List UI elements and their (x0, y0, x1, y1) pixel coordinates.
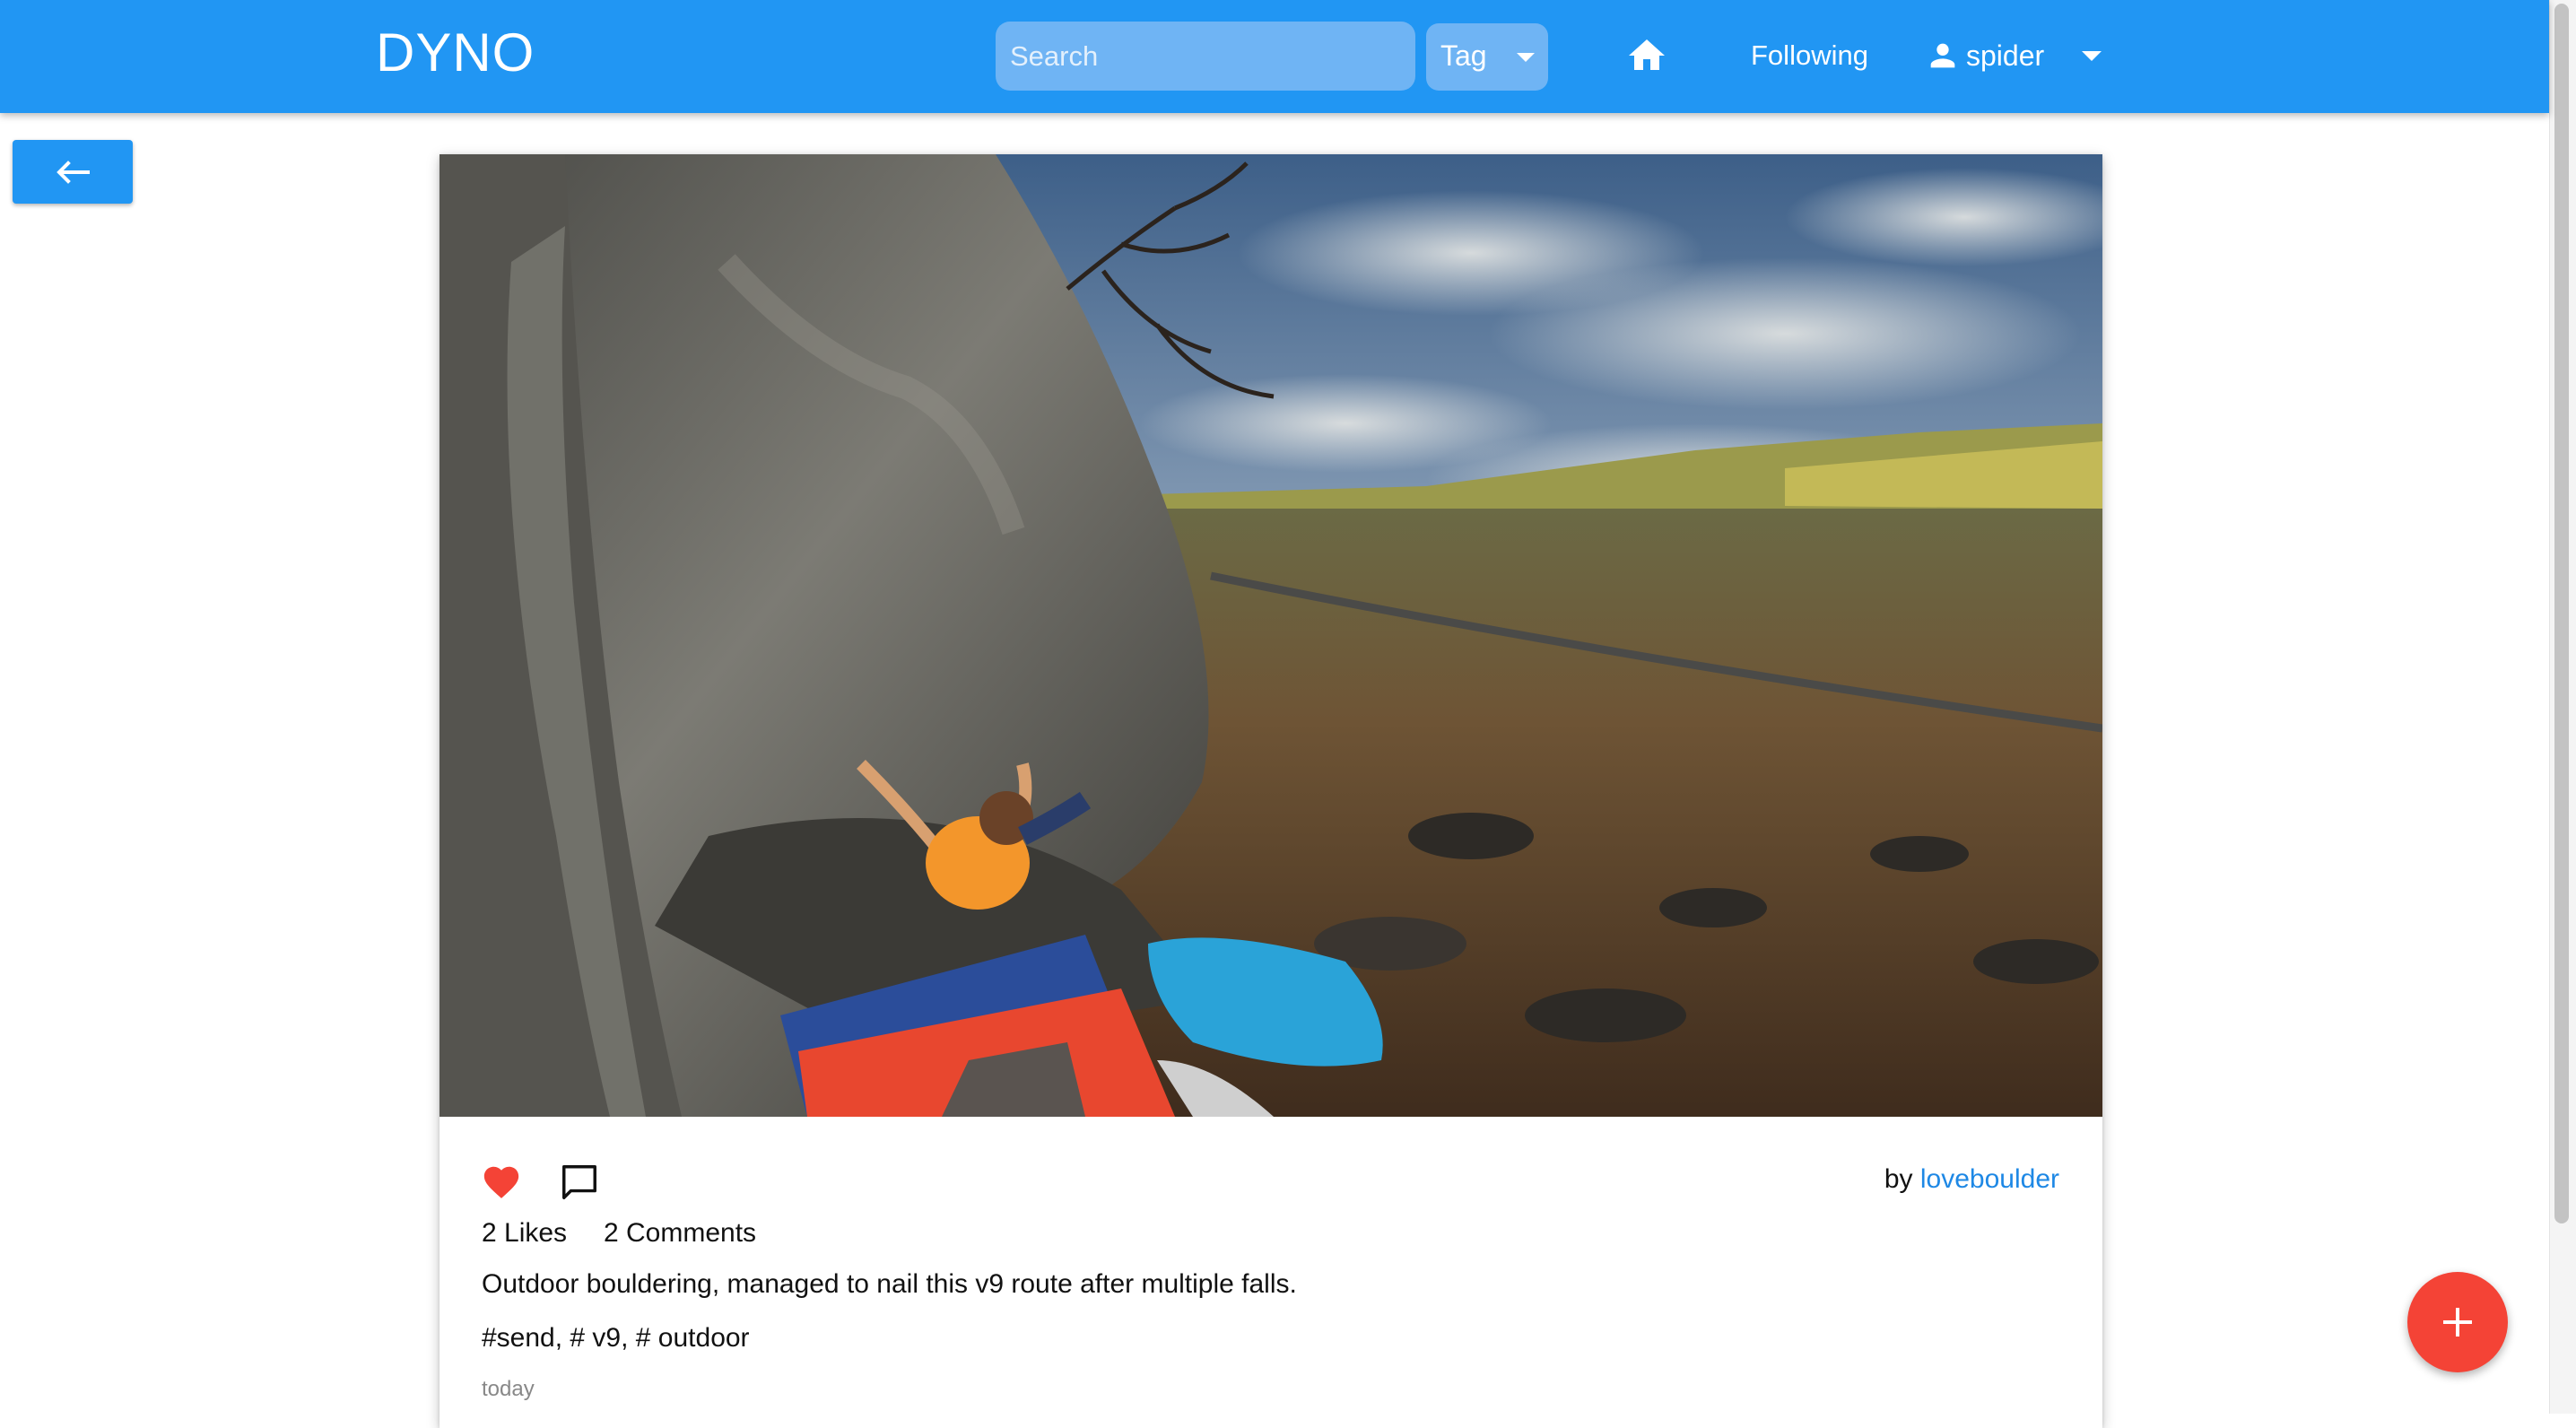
post-timestamp: today (482, 1377, 535, 1401)
person-icon (1930, 43, 1955, 68)
comment-icon[interactable] (559, 1162, 600, 1203)
post-photo (439, 154, 2102, 1117)
author-prefix: by (1884, 1164, 1920, 1194)
home-icon (1629, 39, 1665, 70)
username-label: spider (1966, 39, 2045, 72)
plus-icon (2443, 1308, 2472, 1337)
author-byline: by loveboulder (1884, 1164, 2059, 1195)
following-link[interactable]: Following (1751, 39, 1868, 72)
heart-icon[interactable] (481, 1162, 522, 1203)
post-card: 2 Likes 2 Comments by loveboulder Outdoo… (439, 154, 2102, 1428)
scrollbar-thumb[interactable] (2554, 4, 2569, 1223)
top-app-bar: DYNO Tag Following spider (0, 0, 2549, 113)
post-caption: Outdoor bouldering, managed to nail this… (482, 1269, 1297, 1299)
likes-count[interactable]: 2 Likes (482, 1218, 567, 1249)
tag-dropdown[interactable]: Tag (1426, 23, 1548, 91)
home-button[interactable] (1625, 34, 1668, 77)
tag-dropdown-label: Tag (1440, 39, 1487, 72)
author-link[interactable]: loveboulder (1920, 1164, 2059, 1194)
back-button[interactable] (13, 140, 133, 204)
search-input[interactable] (996, 22, 1415, 91)
user-menu-chevron-down-icon[interactable] (2082, 51, 2102, 61)
add-post-button[interactable] (2407, 1272, 2508, 1372)
comments-count[interactable]: 2 Comments (604, 1218, 756, 1249)
post-tags[interactable]: #send, # v9, # outdoor (482, 1323, 750, 1354)
brand-logo[interactable]: DYNO (376, 22, 535, 83)
arrow-left-icon (57, 161, 90, 184)
chevron-down-icon (1517, 53, 1535, 62)
